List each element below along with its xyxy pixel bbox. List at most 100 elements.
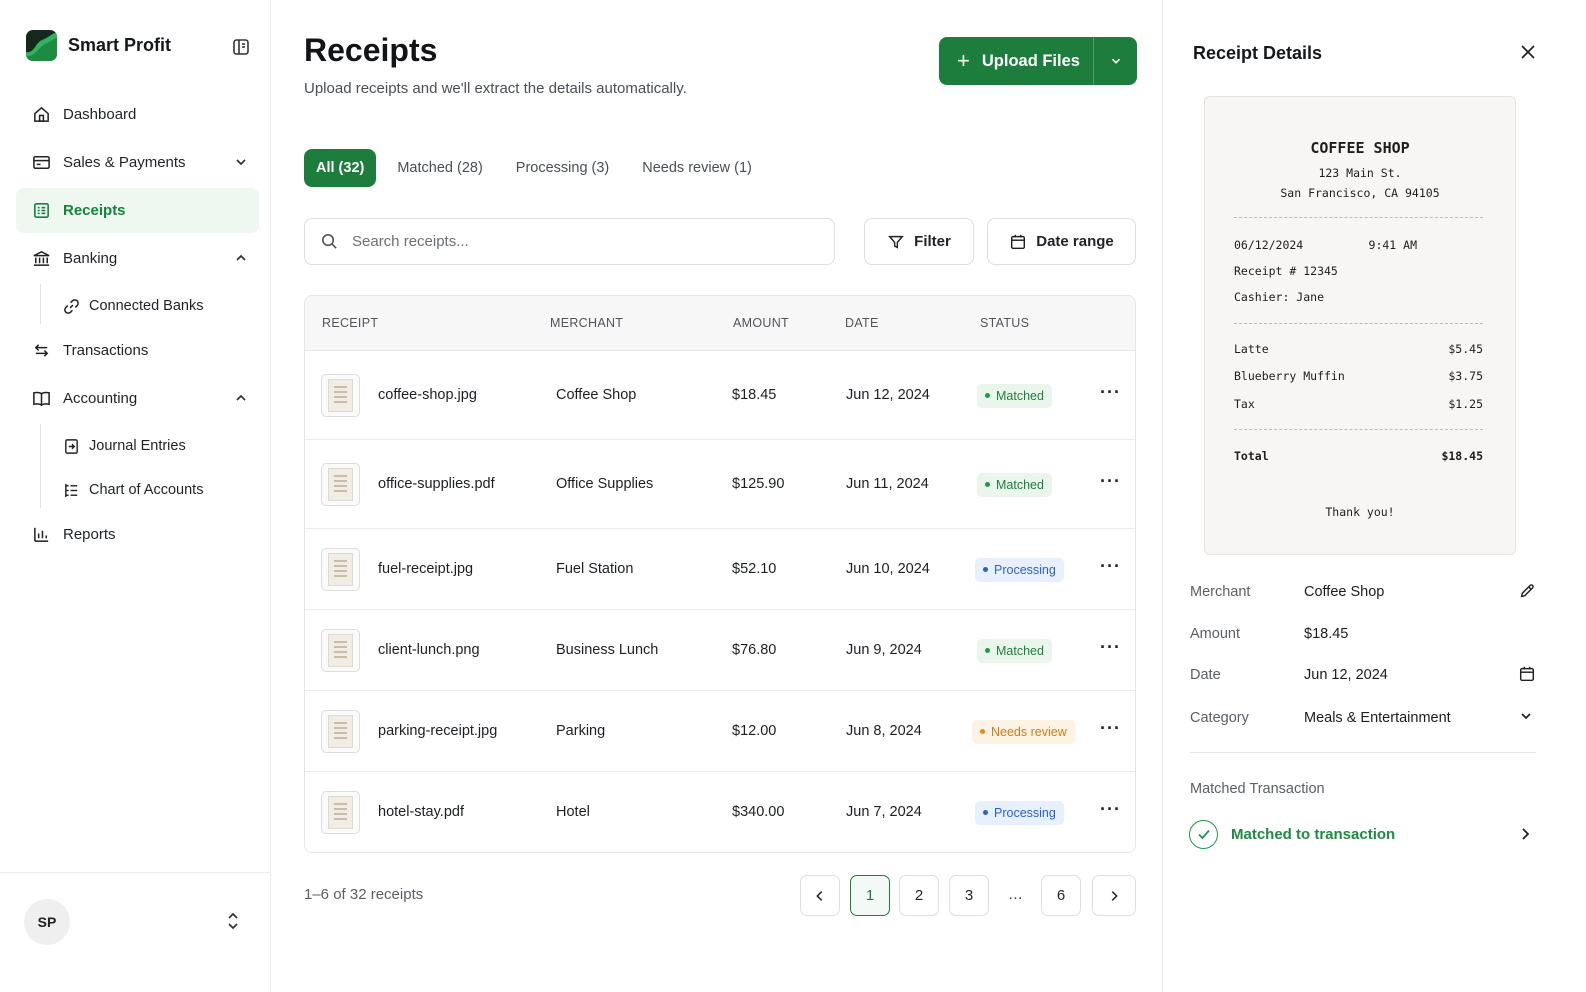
chevron-down-icon[interactable] <box>233 154 249 170</box>
logo-icon <box>26 30 57 61</box>
column-merchant[interactable]: MERCHANT <box>550 316 623 330</box>
field-label: Date <box>1190 667 1221 683</box>
upload-files-button[interactable]: + Upload Files <box>939 37 1137 85</box>
upload-files-main[interactable]: + Upload Files <box>939 37 1093 85</box>
table-row[interactable]: office-supplies.pdf Office Supplies $125.9… <box>305 440 1135 529</box>
sidebar-item-transactions[interactable]: Transactions <box>16 328 259 373</box>
tab-processing[interactable]: Processing (3) <box>504 149 621 187</box>
column-amount[interactable]: AMOUNT <box>733 316 789 330</box>
sidebar-item-banking[interactable]: Banking <box>16 236 259 281</box>
receipt-thumbnail[interactable] <box>321 629 360 672</box>
sidebar-item-sales-payments[interactable]: Sales & Payments <box>16 140 259 185</box>
receipt-filename[interactable]: hotel-stay.pdf <box>378 804 464 820</box>
merchant-value[interactable]: Coffee Shop <box>1304 584 1384 600</box>
receipt-filename[interactable]: office-supplies.pdf <box>378 476 495 492</box>
receipt-filename[interactable]: client-lunch.png <box>378 642 480 658</box>
page-1-button[interactable]: 1 <box>850 875 890 916</box>
sidebar-item-label: Dashboard <box>63 106 137 123</box>
pencil-icon[interactable] <box>1518 582 1536 604</box>
more-options-icon[interactable]: ··· <box>1100 718 1121 739</box>
chevron-down-icon <box>1111 58 1120 64</box>
status-badge: Matched <box>977 383 1052 408</box>
sidebar-item-accounting[interactable]: Accounting <box>16 376 259 421</box>
amount-value[interactable]: $18.45 <box>1304 626 1348 642</box>
calendar-icon[interactable] <box>1518 665 1536 687</box>
filter-button[interactable]: Filter <box>864 218 974 265</box>
date-cell: Jun 10, 2024 <box>846 560 930 577</box>
close-icon[interactable] <box>1518 42 1538 62</box>
more-options-icon[interactable]: ··· <box>1100 382 1121 403</box>
chevron-down-icon[interactable] <box>1518 708 1534 728</box>
upload-options-dropdown[interactable] <box>1094 37 1137 85</box>
receipt-filename[interactable]: coffee-shop.jpg <box>378 387 477 403</box>
column-date[interactable]: DATE <box>845 316 879 330</box>
receipt-thumbnail[interactable] <box>321 463 360 506</box>
receipt-preview[interactable]: COFFEE SHOP 123 Main St. San Francisco, … <box>1204 96 1516 555</box>
accounting-submenu: Journal Entries Chart of Accounts <box>16 424 259 512</box>
category-select[interactable]: Meals & Entertainment <box>1304 710 1451 726</box>
filter-label: Filter <box>914 233 951 250</box>
more-options-icon[interactable]: ··· <box>1100 556 1121 577</box>
date-range-button[interactable]: Date range <box>987 218 1136 265</box>
sidebar-item-dashboard[interactable]: Dashboard <box>16 92 259 137</box>
item-price: $3.75 <box>1448 369 1483 383</box>
column-receipt[interactable]: RECEIPT <box>322 316 378 330</box>
chevrons-up-down-icon[interactable] <box>224 910 242 932</box>
sidebar-item-connected-banks[interactable]: Connected Banks <box>41 284 259 328</box>
receipt-cashier: Cashier: Jane <box>1234 290 1483 304</box>
matched-transaction-link[interactable]: Matched to transaction <box>1189 819 1539 849</box>
tab-all[interactable]: All (32) <box>304 149 377 187</box>
column-status[interactable]: STATUS <box>980 316 1029 330</box>
brand[interactable]: Smart Profit <box>26 30 171 61</box>
sidebar-item-reports[interactable]: Reports <box>16 512 259 557</box>
receipt-thumbnail[interactable] <box>321 710 360 753</box>
more-options-icon[interactable]: ··· <box>1100 637 1121 658</box>
page-6-button[interactable]: 6 <box>1041 875 1081 916</box>
table-row[interactable]: fuel-receipt.jpg Fuel Station $52.10 Jun 10… <box>305 529 1135 610</box>
receipt-thumbnail[interactable] <box>321 548 360 591</box>
status-badge: Needs review <box>972 719 1075 744</box>
sidebar-item-label: Accounting <box>63 390 138 407</box>
merchant-cell: Business Lunch <box>556 641 659 658</box>
brand-name: Smart Profit <box>68 35 172 55</box>
receipt-filename[interactable]: parking-receipt.jpg <box>378 723 497 739</box>
receipt-icon <box>31 201 51 221</box>
date-value[interactable]: Jun 12, 2024 <box>1304 667 1388 683</box>
receipt-datetime: 06/12/2024 9:41 AM <box>1234 238 1417 252</box>
search-box[interactable] <box>304 218 835 265</box>
panel-title: Receipt Details <box>1193 43 1323 63</box>
more-options-icon[interactable]: ··· <box>1100 799 1121 820</box>
avatar[interactable]: SP <box>24 899 70 945</box>
item-price: $5.45 <box>1448 342 1483 356</box>
receipt-filename[interactable]: fuel-receipt.jpg <box>378 561 473 577</box>
sidebar-item-label: Sales & Payments <box>63 154 186 171</box>
book-icon <box>31 389 51 409</box>
receipt-date: 06/12/2024 <box>1234 238 1304 252</box>
receipt-thumbnail[interactable] <box>321 374 360 417</box>
sidebar-toggle-icon[interactable] <box>232 38 250 56</box>
search-input[interactable] <box>352 233 792 250</box>
more-options-icon[interactable]: ··· <box>1100 471 1121 492</box>
tab-matched[interactable]: Matched (28) <box>385 149 494 187</box>
table-row[interactable]: client-lunch.png Business Lunch $76.80 Jun … <box>305 610 1135 691</box>
page-2-button[interactable]: 2 <box>899 875 939 916</box>
date-range-label: Date range <box>1036 233 1114 250</box>
item-price: $1.25 <box>1448 397 1483 411</box>
status-dot <box>985 393 990 398</box>
table-row[interactable]: parking-receipt.jpg Parking $12.00 Jun 8, 2… <box>305 691 1135 772</box>
sidebar-item-journal-entries[interactable]: Journal Entries <box>41 424 259 468</box>
sidebar-item-receipts[interactable]: Receipts <box>16 188 259 233</box>
user-menu[interactable]: SP <box>0 872 270 992</box>
sidebar-item-chart-of-accounts[interactable]: Chart of Accounts <box>41 468 259 512</box>
tab-needs-review[interactable]: Needs review (1) <box>630 149 764 187</box>
next-page-button[interactable] <box>1092 875 1136 916</box>
chevron-up-icon[interactable] <box>233 250 249 266</box>
table-row[interactable]: hotel-stay.pdf Hotel $340.00 Jun 7, 2024 Pro… <box>305 772 1135 852</box>
prev-page-button[interactable] <box>800 875 840 916</box>
receipt-thumbnail[interactable] <box>321 791 360 834</box>
table-row[interactable]: coffee-shop.jpg Coffee Shop $18.45 Jun 12, … <box>305 351 1135 440</box>
status-dot <box>983 567 988 572</box>
chevron-up-icon[interactable] <box>233 390 249 406</box>
receipt-line-item: Tax $1.25 <box>1234 397 1483 411</box>
page-3-button[interactable]: 3 <box>949 875 989 916</box>
